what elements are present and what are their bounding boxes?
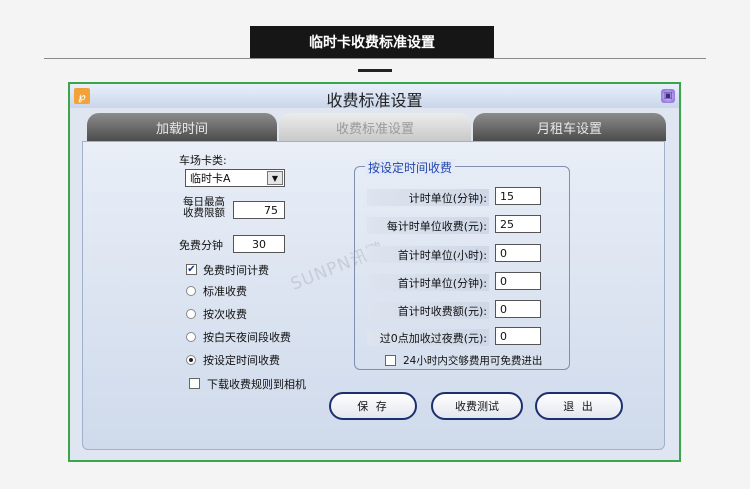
- first-fee-input[interactable]: 0: [495, 300, 541, 318]
- free-exit-label: 24小时内交够费用可免费进出: [403, 355, 543, 367]
- radio-per-time-fee-label: 按次收费: [203, 308, 247, 321]
- fee-test-button[interactable]: 收费测试: [431, 392, 523, 420]
- heading-divider: [44, 58, 706, 59]
- field-label-first-fee: 首计时收费额(元):: [367, 302, 489, 319]
- card-type-label: 车场卡类:: [179, 154, 227, 167]
- field-label-first-unit-minutes: 首计时单位(分钟):: [367, 274, 489, 291]
- radio-set-time-fee-label: 按设定时间收费: [203, 354, 280, 367]
- heading-accent-bar: [358, 69, 392, 72]
- field-label-overnight-fee: 过0点加收过夜费(元):: [367, 329, 489, 346]
- radio-standard-fee-label: 标准收费: [203, 285, 247, 298]
- radio-set-time-fee[interactable]: [186, 355, 196, 365]
- close-icon[interactable]: ▣: [661, 89, 675, 103]
- tab-bar: 加载时间 收费标准设置 月租车设置: [82, 113, 666, 141]
- set-time-fee-group: 按设定时间收费 计时单位(分钟): 15 每计时单位收费(元): 25 首计时单…: [354, 159, 570, 370]
- free-time-charge-label: 免费时间计费: [203, 264, 269, 277]
- field-label-unit-minutes: 计时单位(分钟):: [367, 189, 489, 206]
- fee-standard-panel: 车场卡类: 临时卡A ▼ 每日最高 收费限额 75 免费分钟 30 ✔ 免费时间…: [82, 141, 665, 450]
- card-type-select[interactable]: 临时卡A ▼: [185, 169, 285, 187]
- daily-max-label: 每日最高 收费限额: [183, 196, 225, 219]
- first-unit-minutes-input[interactable]: 0: [495, 272, 541, 290]
- field-label-unit-fee: 每计时单位收费(元):: [367, 217, 489, 234]
- window-titlebar: ℘ 收费标准设置 ▣: [70, 84, 679, 110]
- free-minutes-input[interactable]: 30: [233, 235, 285, 253]
- card-type-value: 临时卡A: [190, 172, 231, 185]
- free-minutes-label: 免费分钟: [179, 239, 223, 252]
- daily-max-input[interactable]: 75: [233, 201, 285, 219]
- overnight-fee-input[interactable]: 0: [495, 327, 541, 345]
- download-rules-checkbox[interactable]: [189, 378, 200, 389]
- first-unit-hours-input[interactable]: 0: [495, 244, 541, 262]
- unit-minutes-input[interactable]: 15: [495, 187, 541, 205]
- tab-fee-standard[interactable]: 收费标准设置: [279, 113, 471, 141]
- field-label-first-unit-hours: 首计时单位(小时):: [367, 246, 489, 263]
- download-rules-label: 下载收费规则到相机: [207, 378, 306, 391]
- tab-monthly-rent[interactable]: 月租车设置: [473, 113, 666, 141]
- unit-fee-input[interactable]: 25: [495, 215, 541, 233]
- exit-button[interactable]: 退 出: [535, 392, 623, 420]
- group-title: 按设定时间收费: [365, 159, 456, 176]
- settings-window: ℘ 收费标准设置 ▣ 加载时间 收费标准设置 月租车设置 车场卡类: 临时卡A …: [68, 82, 681, 462]
- chevron-down-icon[interactable]: ▼: [267, 171, 283, 185]
- save-button[interactable]: 保 存: [329, 392, 417, 420]
- radio-day-night-fee[interactable]: [186, 332, 196, 342]
- page-heading: 临时卡收费标准设置: [250, 26, 494, 58]
- tab-load-time[interactable]: 加载时间: [87, 113, 277, 141]
- radio-day-night-fee-label: 按白天夜间段收费: [203, 331, 291, 344]
- free-time-charge-checkbox[interactable]: ✔: [186, 264, 197, 275]
- radio-standard-fee[interactable]: [186, 286, 196, 296]
- radio-per-time-fee[interactable]: [186, 309, 196, 319]
- free-exit-checkbox[interactable]: [385, 355, 396, 366]
- window-title: 收费标准设置: [326, 91, 423, 110]
